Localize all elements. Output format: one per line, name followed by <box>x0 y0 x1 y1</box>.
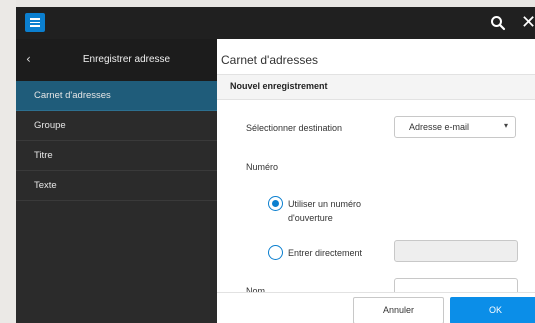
sidebar-header: ‹ Enregistrer adresse <box>16 39 217 81</box>
main-panel: Carnet d'adresses Nouvel enregistrement … <box>217 39 535 323</box>
sidebar: ‹ Enregistrer adresse Carnet d'adresses … <box>16 39 217 323</box>
chevron-down-icon: ▾ <box>503 121 508 130</box>
section-header: Nouvel enregistrement <box>217 74 535 100</box>
sidebar-item-titre[interactable]: Titre <box>16 141 217 171</box>
background-gutter <box>0 0 16 323</box>
sidebar-item-groupe[interactable]: Groupe <box>16 111 217 141</box>
page-title: Carnet d'adresses <box>221 53 319 67</box>
destination-value: Adresse e-mail <box>409 122 470 132</box>
sidebar-title: Enregistrer adresse <box>82 54 171 65</box>
search-icon[interactable] <box>490 15 506 31</box>
sidebar-item-carnet[interactable]: Carnet d'adresses <box>16 81 217 111</box>
hamburger-icon[interactable] <box>25 13 45 32</box>
radio-direct-entry[interactable] <box>268 245 283 260</box>
numero-label: Numéro <box>246 162 279 172</box>
footer: Annuler OK <box>217 292 535 323</box>
sidebar-item-texte[interactable]: Texte <box>16 171 217 201</box>
ok-button[interactable]: OK <box>450 297 535 323</box>
radio-opening-number[interactable] <box>268 196 283 211</box>
section-title: Nouvel enregistrement <box>230 81 328 91</box>
destination-select[interactable]: Adresse e-mail ▾ <box>394 116 516 138</box>
top-bar: ✕ <box>16 7 535 39</box>
app-window: ✕ ‹ Enregistrer adresse Carnet d'adresse… <box>16 7 535 323</box>
direct-entry-field <box>394 240 518 262</box>
option-direct-label: Entrer directement <box>288 248 363 258</box>
cancel-button[interactable]: Annuler <box>353 297 444 323</box>
option-opening-line1: Utiliser un numéro <box>288 199 362 209</box>
destination-label: Sélectionner destination <box>246 123 343 133</box>
close-icon[interactable]: ✕ <box>521 13 535 33</box>
option-opening-line2: d'ouverture <box>288 213 333 223</box>
